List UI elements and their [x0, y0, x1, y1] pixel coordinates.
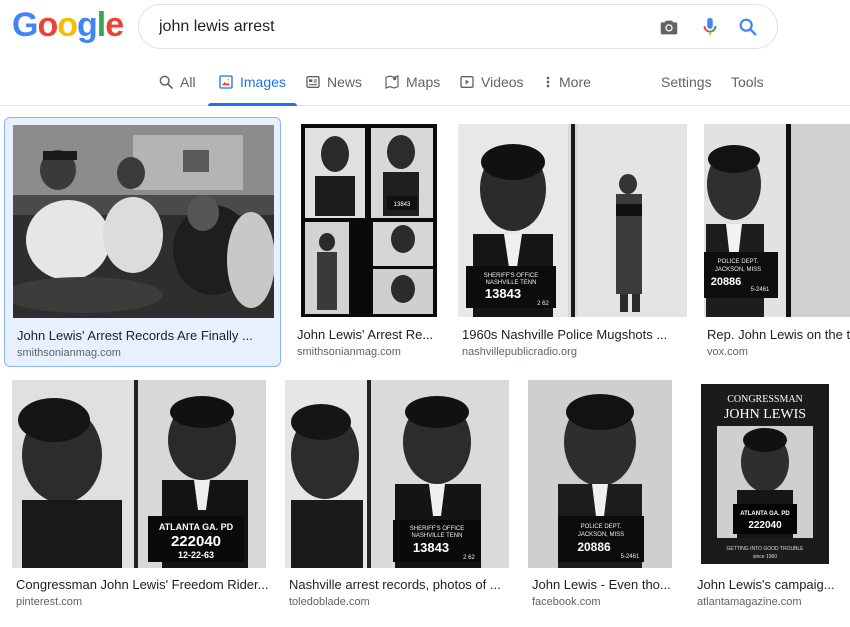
google-logo[interactable]: Google	[12, 6, 124, 45]
tab-maps[interactable]: Maps	[384, 62, 440, 106]
search-input[interactable]	[159, 16, 639, 38]
result-source[interactable]: smithsonianmag.com	[17, 347, 275, 359]
result-source[interactable]: pinterest.com	[16, 596, 271, 608]
result-caption[interactable]: John Lewis' Arrest Records Are Finally .…	[17, 328, 275, 343]
mugshot-board-text: 20886	[711, 276, 742, 288]
logo-letter: l	[96, 6, 107, 44]
tab-label: More	[559, 74, 591, 90]
tab-images[interactable]: Images	[208, 62, 297, 106]
image-result[interactable]: SHERIFF'S OFFICE NASHVILLE TENN 13843 2 …	[450, 117, 695, 367]
image-result[interactable]: ATLANTA GA. PD 222040 12-22-63 Congressm…	[4, 372, 274, 617]
logo-letter: g	[77, 6, 98, 44]
book-title-text: JOHN LEWIS	[724, 407, 806, 422]
image-icon	[219, 75, 233, 89]
logo-letter: G	[12, 6, 38, 44]
image-result[interactable]: John Lewis' Arrest Records Are Finally .…	[4, 117, 281, 367]
mugshot-board-text: POLICE DEPT.	[581, 524, 622, 530]
book-subtitle-text: GETTING INTO GOOD TROUBLE	[726, 546, 804, 552]
mugshot-board-text: 5-2461	[751, 287, 770, 293]
mugshot-board-text: 20886	[577, 540, 611, 554]
result-thumbnail[interactable]: SHERIFF'S OFFICE NASHVILLE TENN 13843 2 …	[458, 124, 687, 317]
tab-label: Settings	[661, 74, 712, 90]
play-icon	[460, 76, 474, 88]
search-icon[interactable]	[737, 16, 759, 38]
result-thumbnail[interactable]: CONGRESSMAN JOHN LEWIS ATLANTA GA. PD 22…	[693, 380, 837, 568]
logo-letter: o	[37, 6, 58, 44]
tab-label: All	[180, 74, 196, 90]
header: Google All Images News Maps	[0, 0, 850, 106]
camera-icon[interactable]	[658, 16, 680, 38]
mugshot-board-text: SHERIFF'S OFFICE	[410, 526, 464, 532]
mic-icon[interactable]	[699, 16, 721, 38]
result-source[interactable]: vox.com	[707, 346, 850, 358]
image-result[interactable]: POLICE DEPT. JACKSON, MISS 20886 5-2461 …	[520, 372, 680, 617]
tab-label: Maps	[406, 74, 441, 90]
result-caption[interactable]: Congressman John Lewis' Freedom Rider...	[16, 577, 271, 592]
mugshot-board-text: 222040	[748, 520, 782, 531]
image-result[interactable]: 13843 John Lewis' Arrest Re... smithsoni…	[293, 117, 445, 367]
mugshot-board-text: 2 62	[463, 555, 475, 561]
result-thumbnail[interactable]: POLICE DEPT. JACKSON, MISS 20886 5-2461	[704, 124, 850, 317]
book-title-text: CONGRESSMAN	[727, 394, 803, 405]
image-result[interactable]: CONGRESSMAN JOHN LEWIS ATLANTA GA. PD 22…	[685, 372, 845, 617]
result-thumbnail[interactable]: 13843	[301, 124, 437, 317]
tab-settings[interactable]: Settings	[661, 62, 712, 106]
result-source[interactable]: nashvillepublicradio.org	[462, 346, 692, 358]
result-source[interactable]: smithsonianmag.com	[297, 346, 441, 358]
result-caption[interactable]: Nashville arrest records, photos of ...	[289, 577, 514, 592]
more-vert-icon	[546, 76, 550, 88]
result-caption[interactable]: Rep. John Lewis on the tim	[707, 327, 850, 342]
search-tabs: All Images News Maps Videos More Setting…	[0, 62, 850, 106]
result-caption[interactable]: 1960s Nashville Police Mugshots ...	[462, 327, 692, 342]
tab-label: Tools	[731, 74, 764, 90]
mugshot-board-text: 13843	[394, 202, 411, 208]
tab-label: Images	[240, 74, 286, 90]
result-source[interactable]: toledoblade.com	[289, 596, 514, 608]
book-subtitle-text: since 1960	[753, 554, 777, 560]
mugshot-board-text: 5-2461	[621, 554, 640, 560]
map-icon	[385, 75, 399, 89]
mugshot-board-text: JACKSON, MISS	[715, 267, 761, 273]
tab-all[interactable]: All	[158, 62, 196, 106]
mugshot-board-text: 2 62	[537, 301, 549, 307]
search-icon	[159, 75, 173, 89]
result-caption[interactable]: John Lewis - Even tho...	[532, 577, 677, 592]
result-thumbnail[interactable]	[13, 125, 274, 318]
mugshot-board-text: 12-22-63	[178, 550, 214, 560]
mugshot-board-text: ATLANTA GA. PD	[159, 522, 234, 532]
result-source[interactable]: facebook.com	[532, 596, 677, 608]
logo-letter: o	[57, 6, 78, 44]
result-thumbnail[interactable]: ATLANTA GA. PD 222040 12-22-63	[12, 380, 266, 568]
mugshot-board-text: POLICE DEPT.	[718, 259, 759, 265]
mugshot-board-text: SHERIFF'S OFFICE	[484, 273, 538, 279]
mugshot-board-text: 13843	[485, 286, 521, 301]
result-source[interactable]: atlantamagazine.com	[697, 596, 842, 608]
mugshot-board-text: 222040	[171, 533, 221, 550]
mugshot-board-text: NASHVILLE TENN	[412, 533, 463, 539]
mugshot-board-text: JACKSON, MISS	[578, 532, 624, 538]
news-icon	[306, 76, 320, 88]
search-box	[138, 4, 778, 49]
tab-tools[interactable]: Tools	[731, 62, 764, 106]
tab-label: News	[327, 74, 363, 90]
tab-videos[interactable]: Videos	[459, 62, 524, 106]
tab-more[interactable]: More	[543, 62, 591, 106]
logo-letter: e	[105, 6, 124, 44]
result-caption[interactable]: John Lewis' Arrest Re...	[297, 327, 441, 342]
result-thumbnail[interactable]: POLICE DEPT. JACKSON, MISS 20886 5-2461	[528, 380, 672, 568]
mugshot-board-text: 13843	[413, 540, 449, 555]
tab-news[interactable]: News	[305, 62, 362, 106]
result-caption[interactable]: John Lewis's campaig...	[697, 577, 842, 592]
mugshot-board-text: ATLANTA GA. PD	[740, 511, 790, 517]
image-result[interactable]: SHERIFF'S OFFICE NASHVILLE TENN 13843 2 …	[277, 372, 517, 617]
result-thumbnail[interactable]: SHERIFF'S OFFICE NASHVILLE TENN 13843 2 …	[285, 380, 509, 568]
image-result[interactable]: POLICE DEPT. JACKSON, MISS 20886 5-2461 …	[697, 117, 850, 367]
tab-label: Videos	[481, 74, 524, 90]
